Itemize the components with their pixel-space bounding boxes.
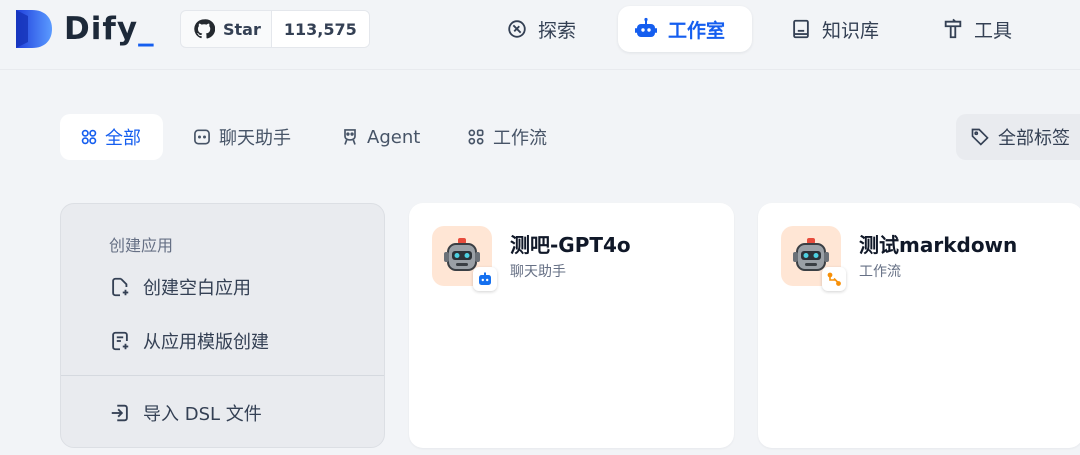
import-dsl-label: 导入 DSL 文件 (143, 404, 262, 425)
create-blank-app-label: 创建空白应用 (143, 278, 251, 299)
chat-badge-icon (479, 272, 491, 285)
app-card[interactable]: 测吧-GPT4o 聊天助手 (409, 203, 734, 448)
app-type-label: 聊天助手 (510, 264, 566, 280)
workflow-icon (468, 129, 484, 145)
tab-agent[interactable]: Agent (320, 114, 436, 160)
nav-studio[interactable]: 工作室 (618, 6, 752, 52)
nav-knowledge[interactable]: 知识库 (774, 6, 895, 52)
app-name: 测试markdown (859, 233, 1018, 257)
tab-chat-label: 聊天助手 (219, 128, 291, 149)
nav-tools-label: 工具 (974, 19, 1013, 42)
nav-tools[interactable]: 工具 (926, 6, 1028, 52)
dify-logo-icon (16, 10, 52, 48)
nav-explore[interactable]: 探索 (490, 6, 592, 52)
tab-all-label: 全部 (105, 128, 141, 149)
logo-name: Dify (64, 11, 139, 47)
app-card[interactable]: 测试markdown 工作流 (758, 203, 1080, 448)
tag-filter-label: 全部标签 (998, 128, 1070, 149)
app-type-label: 工作流 (859, 264, 901, 280)
create-from-template-button[interactable]: 从应用模版创建 (109, 328, 269, 354)
create-app-card: 创建应用 创建空白应用 从应用模版创建 导入 DSL 文件 (60, 203, 385, 448)
import-dsl-button[interactable]: 导入 DSL 文件 (109, 400, 262, 426)
tab-agent-label: Agent (367, 126, 421, 148)
create-app-title: 创建应用 (109, 236, 174, 255)
tab-workflow-label: 工作流 (493, 128, 547, 149)
tab-chat-assistant[interactable]: 聊天助手 (172, 114, 307, 160)
hammer-icon (944, 18, 962, 39)
tag-filter-dropdown[interactable]: 全部标签 (956, 114, 1080, 160)
github-star-widget[interactable]: Star 113,575 (180, 10, 370, 48)
tag-icon (971, 128, 989, 146)
agent-icon (344, 129, 356, 145)
workflow-badge-icon (827, 272, 841, 286)
github-star-label: Star (223, 19, 261, 39)
github-star-count: 113,575 (271, 11, 369, 47)
file-template-icon (112, 331, 129, 351)
robot-icon (635, 17, 657, 37)
logo-underscore: _ (138, 11, 155, 47)
nav-explore-label: 探索 (538, 19, 577, 42)
github-star-button[interactable]: Star (181, 11, 272, 47)
grid-icon (81, 129, 97, 145)
tab-workflow[interactable]: 工作流 (446, 114, 563, 160)
app-type-badge (473, 267, 497, 291)
chat-bubble-icon (194, 129, 210, 145)
app-name: 测吧-GPT4o (510, 233, 631, 257)
book-icon (793, 19, 809, 39)
top-header: Dify_ Star 113,575 探索 工作室 知识库 工具 (0, 0, 1080, 70)
create-card-divider (61, 375, 384, 376)
dify-logo[interactable]: Dify_ (14, 8, 155, 50)
nav-knowledge-label: 知识库 (822, 19, 880, 42)
tab-all[interactable]: 全部 (60, 114, 163, 160)
import-icon (111, 404, 128, 422)
nav-studio-label: 工作室 (668, 19, 726, 42)
create-from-template-label: 从应用模版创建 (143, 332, 269, 353)
file-plus-icon (112, 277, 129, 297)
compass-icon (508, 20, 526, 38)
logo-text: Dify_ (64, 11, 155, 47)
app-type-badge (822, 267, 846, 291)
create-blank-app-button[interactable]: 创建空白应用 (109, 274, 251, 300)
github-icon (194, 19, 215, 39)
